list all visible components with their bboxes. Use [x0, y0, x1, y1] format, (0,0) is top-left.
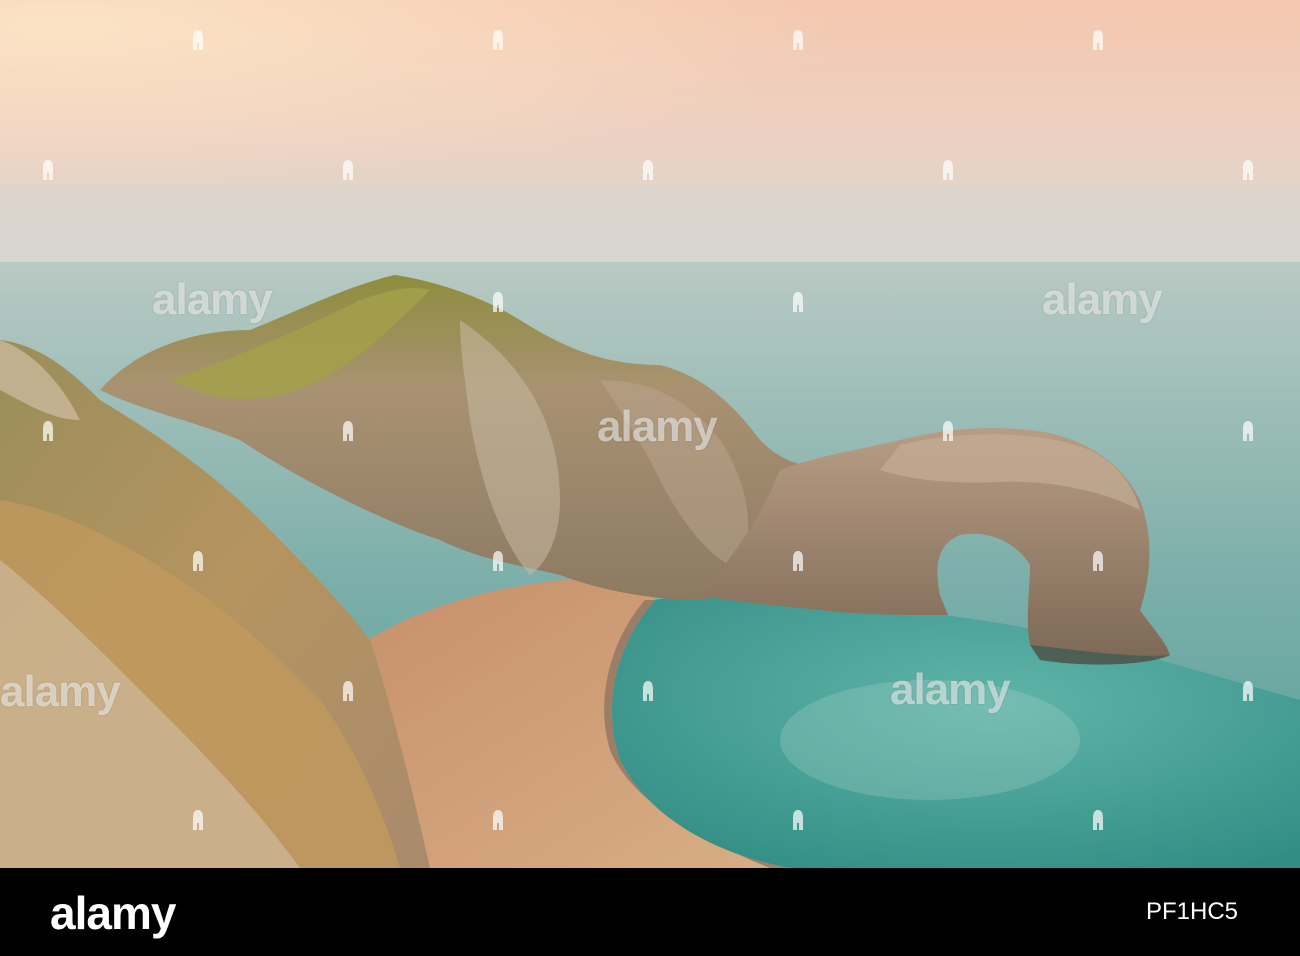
alamy-a-mark-icon	[643, 681, 653, 701]
alamy-a-mark-icon	[1093, 810, 1103, 830]
alamy-a-mark-icon	[943, 160, 953, 180]
watermark-text: alamy	[1042, 275, 1163, 324]
alamy-a-mark-icon	[943, 421, 953, 441]
alamy-a-mark-icon	[493, 30, 503, 50]
alamy-a-mark-icon	[793, 292, 803, 312]
alamy-a-mark-icon	[343, 681, 353, 701]
alamy-a-mark-icon	[343, 160, 353, 180]
photo: alamy alamy alamy alamy alamy	[0, 0, 1300, 868]
alamy-a-mark-icon	[643, 160, 653, 180]
alamy-a-mark-icon	[793, 551, 803, 571]
alamy-a-mark-icon	[1243, 421, 1253, 441]
image-id: PF1HC5	[1145, 898, 1238, 925]
alamy-a-mark-icon	[193, 810, 203, 830]
alamy-logo[interactable]: alamy	[50, 890, 176, 936]
watermark-text: alamy	[890, 665, 1011, 714]
watermark-text: alamy	[597, 402, 718, 451]
haze-band	[0, 185, 1300, 265]
alamy-a-mark-icon	[1243, 160, 1253, 180]
alamy-a-mark-icon	[493, 810, 503, 830]
alamy-a-mark-icon	[793, 30, 803, 50]
alamy-a-mark-icon	[1243, 681, 1253, 701]
alamy-a-mark-icon	[793, 810, 803, 830]
alamy-a-mark-icon	[193, 551, 203, 571]
alamy-a-mark-icon	[43, 421, 53, 441]
alamy-a-mark-icon	[193, 30, 203, 50]
alamy-a-mark-icon	[1093, 30, 1103, 50]
alamy-a-mark-icon	[1093, 551, 1103, 571]
alamy-a-mark-icon	[343, 421, 353, 441]
footer-bar: alamy PF1HC5	[0, 868, 1300, 956]
watermark-text: alamy	[152, 275, 273, 324]
alamy-a-mark-icon	[43, 160, 53, 180]
alamy-a-mark-icon	[493, 292, 503, 312]
watermark-text: alamy	[0, 667, 121, 716]
alamy-a-mark-icon	[493, 551, 503, 571]
